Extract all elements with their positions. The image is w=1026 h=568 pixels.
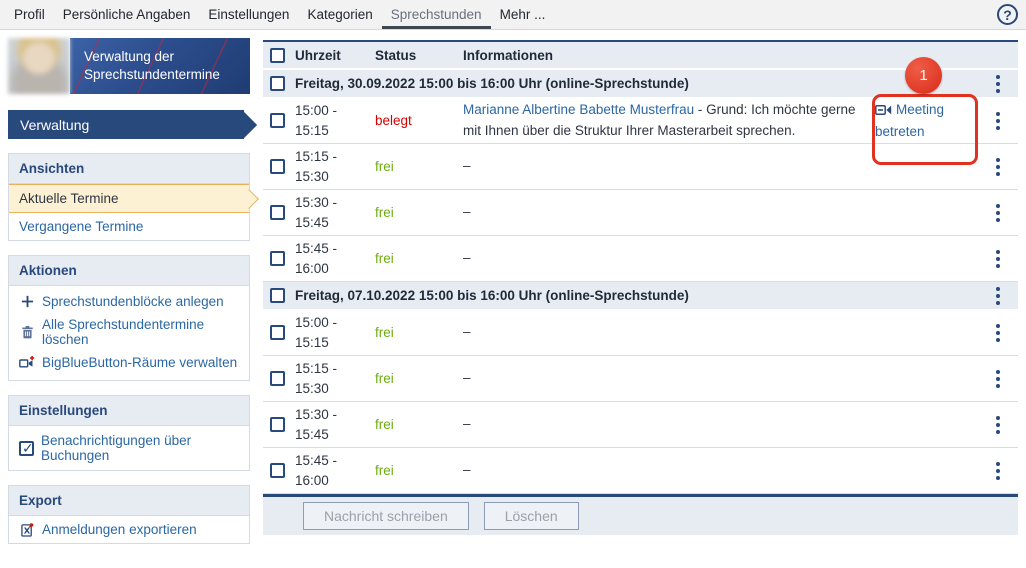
appointments-table: Uhrzeit Status Informationen Freitag, 30…: [263, 40, 1018, 535]
status-badge: belegt: [375, 113, 412, 128]
group-date-label: Freitag, 30.09.2022 15:00 bis 16:00 Uhr …: [295, 76, 689, 91]
tab-profil[interactable]: Profil: [5, 0, 54, 29]
action-sprechstundenbloecke-anlegen[interactable]: Sprechstundenblöcke anlegen: [9, 290, 249, 313]
kebab-menu-icon[interactable]: [987, 458, 1009, 484]
kebab-menu-icon[interactable]: [987, 283, 1009, 309]
loeschen-button[interactable]: Löschen: [483, 502, 579, 530]
tab-kategorien[interactable]: Kategorien: [298, 0, 381, 29]
status-badge: frei: [375, 417, 394, 432]
info-empty: –: [463, 324, 471, 340]
kebab-menu-icon[interactable]: [987, 412, 1009, 438]
page-title-text: Verwaltung der Sprechstundentermine: [84, 49, 220, 82]
tab-sprechstunden[interactable]: Sprechstunden: [381, 0, 491, 29]
info-empty: –: [463, 204, 471, 220]
export-label: Anmeldungen exportieren: [42, 522, 197, 537]
kebab-menu-icon[interactable]: [987, 246, 1009, 272]
info-empty: –: [463, 462, 471, 478]
table-row: 15:30 -15:45 frei –: [263, 402, 1018, 448]
row-checkbox[interactable]: [270, 371, 285, 386]
status-badge: frei: [375, 251, 394, 266]
row-checkbox[interactable]: [270, 113, 285, 128]
trash-icon: [19, 325, 35, 339]
info-empty: –: [463, 250, 471, 266]
status-badge: frei: [375, 463, 394, 478]
action-label: BigBlueButton-Räume verwalten: [42, 355, 238, 370]
action-bigbluebutton-raeume[interactable]: BigBlueButton-Räume verwalten: [9, 351, 249, 374]
table-row: 15:45 -16:00 frei –: [263, 236, 1018, 282]
kebab-menu-icon[interactable]: [987, 366, 1009, 392]
group-checkbox[interactable]: [270, 288, 285, 303]
info-empty: –: [463, 416, 471, 432]
table-footer: Nachricht schreiben Löschen: [263, 494, 1018, 535]
kebab-menu-icon[interactable]: [987, 200, 1009, 226]
action-anmeldungen-exportieren[interactable]: X Anmeldungen exportieren: [9, 516, 249, 543]
action-alle-termine-loeschen[interactable]: Alle Sprechstundentermine löschen: [9, 313, 249, 351]
page-title: Verwaltung der Sprechstundentermine: [70, 38, 250, 94]
kebab-menu-icon[interactable]: [987, 154, 1009, 180]
tab-persoenliche-angaben[interactable]: Persönliche Angaben: [54, 0, 200, 29]
group-header-row: Freitag, 07.10.2022 15:00 bis 16:00 Uhr …: [263, 282, 1018, 310]
sidebar: Verwaltung der Sprechstundentermine Verw…: [8, 38, 250, 544]
widget-ansichten: Ansichten Aktuelle Termine Vergangene Te…: [8, 153, 250, 241]
row-checkbox[interactable]: [270, 205, 285, 220]
sidebar-context-verwaltung[interactable]: Verwaltung: [8, 110, 244, 139]
table-row: 15:30 -15:45 frei –: [263, 190, 1018, 236]
row-checkbox[interactable]: [270, 417, 285, 432]
status-badge: frei: [375, 325, 394, 340]
avatar: [8, 38, 70, 94]
widget-ansichten-title: Ansichten: [9, 154, 249, 184]
sidebar-item-aktuelle-termine[interactable]: Aktuelle Termine: [9, 184, 249, 213]
table-row: 15:00 -15:15 belegt Marianne Albertine B…: [263, 98, 1018, 144]
row-checkbox[interactable]: [270, 463, 285, 478]
annotation-step-badge: 1: [905, 57, 942, 94]
help-icon[interactable]: ?: [997, 4, 1018, 25]
top-navigation: Profil Persönliche Angaben Einstellungen…: [0, 0, 1026, 30]
table-row: 15:15 -15:30 frei –: [263, 356, 1018, 402]
widget-aktionen-title: Aktionen: [9, 256, 249, 286]
status-badge: frei: [375, 205, 394, 220]
kebab-menu-icon[interactable]: [987, 108, 1009, 134]
row-checkbox[interactable]: [270, 325, 285, 340]
meeting-betreten-link[interactable]: Meeting betreten: [875, 102, 944, 139]
row-checkbox[interactable]: [270, 159, 285, 174]
info-empty: –: [463, 370, 471, 386]
row-checkbox[interactable]: [270, 251, 285, 266]
table-header-row: Uhrzeit Status Informationen: [263, 42, 1018, 70]
widget-export: Export X Anmeldungen exportieren: [8, 485, 250, 544]
notifications-checkbox[interactable]: [19, 440, 34, 457]
sidebar-item-vergangene-termine[interactable]: Vergangene Termine: [9, 213, 249, 240]
widget-einstellungen-title: Einstellungen: [9, 396, 249, 426]
group-checkbox[interactable]: [270, 76, 285, 91]
tab-einstellungen[interactable]: Einstellungen: [199, 0, 298, 29]
status-badge: frei: [375, 371, 394, 386]
column-header-informationen: Informationen: [463, 47, 553, 63]
table-row: 15:15 -15:30 frei –: [263, 144, 1018, 190]
select-all-checkbox[interactable]: [270, 47, 285, 63]
kebab-menu-icon[interactable]: [987, 320, 1009, 346]
video-plus-icon: [19, 356, 35, 369]
status-badge: frei: [375, 159, 394, 174]
action-label: Alle Sprechstundentermine löschen: [42, 317, 205, 347]
table-row: 15:00 -15:15 frei –: [263, 310, 1018, 356]
setting-label: Benachrichtigungen über Buchungen: [41, 433, 192, 463]
column-header-uhrzeit: Uhrzeit: [295, 47, 341, 63]
plus-icon: [19, 295, 35, 308]
action-label: Sprechstundenblöcke anlegen: [42, 294, 224, 309]
widget-einstellungen: Einstellungen Benachrichtigungen über Bu…: [8, 395, 250, 471]
setting-benachrichtigungen[interactable]: Benachrichtigungen über Buchungen: [9, 426, 249, 470]
sidebar-header: Verwaltung der Sprechstundentermine: [8, 38, 250, 94]
booker-name-link[interactable]: Marianne Albertine Babette Musterfrau: [463, 102, 694, 117]
nachricht-schreiben-button[interactable]: Nachricht schreiben: [303, 502, 469, 530]
group-date-label: Freitag, 07.10.2022 15:00 bis 16:00 Uhr …: [295, 288, 689, 303]
column-header-status: Status: [375, 47, 417, 63]
kebab-menu-icon[interactable]: [987, 71, 1009, 97]
export-icon: X: [19, 522, 35, 537]
tab-mehr[interactable]: Mehr ...: [491, 0, 555, 29]
widget-export-title: Export: [9, 486, 249, 516]
table-row: 15:45 -16:00 frei –: [263, 448, 1018, 494]
info-empty: –: [463, 158, 471, 174]
widget-aktionen: Aktionen Sprechstundenblöcke anlegen All…: [8, 255, 250, 381]
